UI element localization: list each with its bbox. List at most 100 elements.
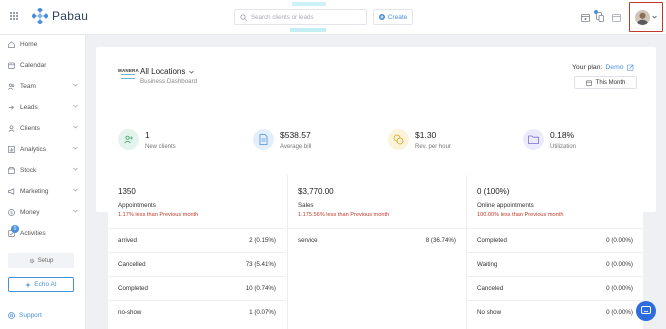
search-drop-placeholder-2 bbox=[290, 28, 326, 32]
brand-logo[interactable]: Pabau bbox=[32, 8, 88, 24]
sidebar-item-label: Clients bbox=[20, 124, 40, 132]
chevron-down-icon bbox=[73, 125, 78, 129]
period-selector[interactable]: This Month bbox=[574, 76, 637, 89]
echo-ai-button[interactable]: Echo AI bbox=[8, 277, 74, 292]
activities-badge: 0 bbox=[11, 225, 19, 233]
chat-bubble-icon bbox=[641, 306, 651, 316]
kpi-value: $1.30 bbox=[415, 130, 437, 140]
stat-change: 100.00% less than Previous month bbox=[477, 212, 564, 218]
search-drop-placeholder bbox=[292, 2, 326, 6]
plus-circle-icon bbox=[378, 14, 385, 20]
sidebar-item-analytics[interactable]: Analytics bbox=[0, 140, 86, 158]
gear-icon bbox=[29, 258, 35, 264]
top-bar: Pabau Search clients or leads Create bbox=[0, 0, 666, 35]
sparkle-icon bbox=[25, 281, 32, 288]
row-name: Completed bbox=[477, 237, 507, 244]
table-row: No show 0 (0.00%) bbox=[467, 300, 643, 324]
analytics-icon bbox=[8, 145, 15, 153]
sidebar-item-calendar[interactable]: Calendar bbox=[0, 56, 86, 74]
sidebar: Home Calendar Team Leads Clients Analyti… bbox=[0, 35, 86, 329]
kpi-label: Average bill bbox=[280, 144, 312, 150]
dashboard-subtitle: Business Dashboard bbox=[140, 78, 198, 85]
stats-column-online-appointments: 0 (100%) Online appointments 100.00% les… bbox=[467, 175, 643, 329]
team-icon bbox=[8, 83, 15, 90]
create-button[interactable]: Create bbox=[373, 9, 413, 25]
kpi-label: Rev. per hour bbox=[415, 144, 451, 150]
row-value: 2 (0.15%) bbox=[249, 237, 276, 244]
table-row: no-show 1 (0.07%) bbox=[108, 300, 286, 324]
row-value: 1 (0.07%) bbox=[249, 309, 276, 316]
kpi-icon-bg bbox=[388, 129, 409, 150]
stat-label: Sales bbox=[298, 202, 314, 209]
coins-icon bbox=[393, 134, 404, 145]
folder-icon bbox=[528, 135, 539, 144]
sidebar-item-team[interactable]: Team bbox=[0, 77, 86, 95]
sidebar-item-label: Calendar bbox=[20, 61, 47, 69]
table-row: Completed 10 (0.74%) bbox=[108, 276, 286, 300]
row-value: 0 (0.00%) bbox=[606, 261, 633, 268]
stats-column-appointments: 1350 Appointments 1.17% less than Previo… bbox=[108, 175, 286, 329]
stat-change: 1.175.56% less than Previous month bbox=[298, 212, 390, 218]
chevron-down-icon bbox=[73, 146, 78, 150]
chevron-down-icon bbox=[652, 15, 657, 19]
plan-label: Your plan: bbox=[572, 64, 603, 71]
stat-value: 0 (100%) bbox=[477, 187, 510, 196]
kpi-card-utilization[interactable]: 0.18% Utilization bbox=[513, 112, 643, 165]
kpi-card-new-clients[interactable]: 1 New clients bbox=[108, 112, 237, 165]
sidebar-item-label: Marketing bbox=[20, 187, 49, 195]
row-value: 0 (0.00%) bbox=[606, 309, 633, 316]
row-value: 8 (36.74%) bbox=[425, 237, 456, 244]
business-logo: MANERA bbox=[118, 68, 139, 81]
stat-value: 1350 bbox=[118, 187, 136, 196]
stat-change: 1.17% less than Previous month bbox=[118, 212, 199, 218]
sidebar-item-leads[interactable]: Leads bbox=[0, 98, 86, 116]
money-icon: $ bbox=[8, 208, 15, 216]
kpi-card-average-bill[interactable]: $538.57 Average bill bbox=[243, 112, 372, 165]
row-name: No show bbox=[477, 309, 502, 316]
sidebar-item-stock[interactable]: Stock bbox=[0, 161, 86, 179]
calendar-check-icon[interactable] bbox=[581, 13, 590, 22]
search-box[interactable]: Search clients or leads bbox=[234, 9, 367, 25]
sidebar-item-label: Team bbox=[20, 82, 36, 90]
leads-icon bbox=[8, 104, 15, 111]
search-icon bbox=[240, 13, 247, 21]
calendar-icon[interactable] bbox=[612, 13, 621, 22]
table-row: arrived 2 (0.15%) bbox=[108, 228, 286, 252]
table-row: Completed 0 (0.00%) bbox=[467, 228, 643, 252]
row-name: Completed bbox=[118, 285, 148, 292]
chevron-down-icon bbox=[189, 70, 195, 74]
notification-dot-icon bbox=[594, 10, 598, 14]
location-name: All Locations bbox=[140, 67, 186, 76]
help-circle-icon bbox=[8, 312, 15, 319]
row-value: 10 (0.74%) bbox=[245, 285, 276, 292]
plan-value[interactable]: Demo bbox=[605, 64, 623, 71]
edit-plan-icon[interactable] bbox=[626, 64, 634, 71]
setup-button[interactable]: Setup bbox=[8, 253, 74, 268]
clients-icon bbox=[8, 124, 15, 132]
sidebar-item-label: Analytics bbox=[20, 145, 47, 153]
calendar-icon bbox=[8, 62, 15, 69]
receipt-icon bbox=[259, 134, 268, 145]
marketing-icon bbox=[8, 187, 15, 195]
sidebar-item-clients[interactable]: Clients bbox=[0, 119, 86, 137]
table-row: Canceled 0 (0.00%) bbox=[467, 276, 643, 300]
kpi-icon-bg bbox=[118, 129, 139, 150]
kpi-card-rev-per-hour[interactable]: $1.30 Rev. per hour bbox=[378, 112, 507, 165]
sidebar-item-home[interactable]: Home bbox=[0, 35, 86, 53]
kpi-value: $538.57 bbox=[280, 130, 311, 140]
location-selector[interactable]: All Locations bbox=[140, 67, 195, 76]
support-link[interactable]: Support bbox=[8, 312, 42, 319]
menu-grid-icon[interactable] bbox=[10, 12, 18, 20]
brand-name: Pabau bbox=[52, 9, 89, 23]
sidebar-item-marketing[interactable]: Marketing bbox=[0, 182, 86, 200]
user-menu[interactable] bbox=[629, 2, 663, 32]
row-value: 73 (5.41%) bbox=[245, 261, 276, 268]
search-input[interactable]: Search clients or leads bbox=[251, 14, 314, 21]
logo-mark-icon bbox=[120, 74, 135, 79]
chat-button[interactable] bbox=[636, 301, 656, 321]
kpi-value: 0.18% bbox=[550, 130, 575, 140]
sidebar-item-money[interactable]: $ Money bbox=[0, 203, 86, 221]
calendar-icon bbox=[585, 80, 592, 86]
sidebar-item-label: Money bbox=[20, 208, 40, 216]
kpi-label: Utilization bbox=[550, 144, 577, 150]
